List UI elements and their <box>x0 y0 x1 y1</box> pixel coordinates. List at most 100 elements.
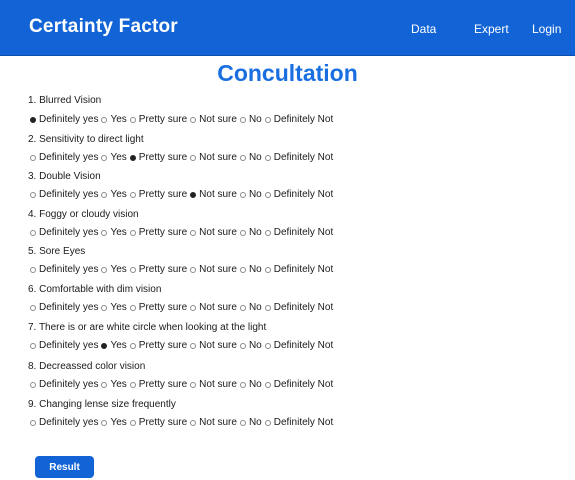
answer-option[interactable]: Pretty sure <box>129 114 187 125</box>
nav-link-expert[interactable]: Expert <box>474 22 509 36</box>
radio-button[interactable] <box>30 229 36 236</box>
radio-button[interactable] <box>30 154 36 161</box>
nav-link-login[interactable]: Login <box>532 22 561 36</box>
radio-button[interactable] <box>101 229 108 236</box>
answer-option[interactable]: No <box>239 340 262 351</box>
radio-button[interactable] <box>129 419 136 426</box>
radio-button[interactable] <box>101 342 108 349</box>
answer-option[interactable]: Yes <box>101 340 127 351</box>
radio-button[interactable] <box>30 342 36 349</box>
answer-option[interactable]: Definitely yes <box>30 417 98 428</box>
answer-option[interactable]: Pretty sure <box>129 417 187 428</box>
radio-button[interactable] <box>264 419 271 426</box>
answer-option[interactable]: Definitely yes <box>30 152 98 163</box>
answer-option[interactable]: Definitely yes <box>30 227 98 238</box>
radio-button[interactable] <box>239 342 246 349</box>
answer-option[interactable]: Not sure <box>190 302 237 313</box>
radio-button[interactable] <box>239 381 246 388</box>
answer-option[interactable]: Pretty sure <box>129 302 187 313</box>
radio-button[interactable] <box>129 154 136 161</box>
answer-option[interactable]: Definitely yes <box>30 379 98 390</box>
answer-option[interactable]: Yes <box>101 114 127 125</box>
answer-option[interactable]: Yes <box>101 379 127 390</box>
radio-button[interactable] <box>129 229 136 236</box>
radio-button[interactable] <box>190 304 197 311</box>
answer-option[interactable]: Pretty sure <box>129 379 187 390</box>
answer-option[interactable]: Definitely yes <box>30 189 98 200</box>
answer-option[interactable]: Yes <box>101 227 127 238</box>
answer-option[interactable]: No <box>239 264 262 275</box>
answer-option[interactable]: Definitely Not <box>264 340 333 351</box>
radio-button[interactable] <box>190 381 197 388</box>
answer-option[interactable]: Definitely Not <box>264 302 333 313</box>
result-button[interactable]: Result <box>35 456 94 478</box>
answer-option[interactable]: Not sure <box>190 152 237 163</box>
answer-option[interactable]: No <box>239 189 262 200</box>
radio-button[interactable] <box>101 381 108 388</box>
answer-option[interactable]: Yes <box>101 302 127 313</box>
answer-option[interactable]: Pretty sure <box>129 227 187 238</box>
answer-option[interactable]: Pretty sure <box>129 264 187 275</box>
radio-button[interactable] <box>129 342 136 349</box>
radio-button[interactable] <box>101 304 108 311</box>
answer-option[interactable]: Not sure <box>190 340 237 351</box>
answer-option[interactable]: Definitely yes <box>30 114 98 125</box>
radio-button[interactable] <box>264 116 271 123</box>
answer-option[interactable]: Yes <box>101 189 127 200</box>
radio-button[interactable] <box>30 116 36 123</box>
radio-button[interactable] <box>30 191 36 198</box>
answer-option[interactable]: Definitely Not <box>264 114 333 125</box>
radio-button[interactable] <box>239 304 246 311</box>
answer-option[interactable]: Not sure <box>190 227 237 238</box>
nav-link-data[interactable]: Data <box>411 22 436 36</box>
brand-title[interactable]: Certainty Factor <box>29 16 178 38</box>
radio-button[interactable] <box>239 191 246 198</box>
radio-button[interactable] <box>239 154 246 161</box>
answer-option[interactable]: Definitely Not <box>264 227 333 238</box>
answer-option[interactable]: Yes <box>101 152 127 163</box>
answer-option[interactable]: Not sure <box>190 189 237 200</box>
radio-button[interactable] <box>190 116 197 123</box>
answer-option[interactable]: Pretty sure <box>129 152 187 163</box>
radio-button[interactable] <box>129 381 136 388</box>
answer-option[interactable]: Yes <box>101 264 127 275</box>
answer-option[interactable]: Definitely Not <box>264 264 333 275</box>
radio-button[interactable] <box>264 381 271 388</box>
radio-button[interactable] <box>190 154 197 161</box>
answer-option[interactable]: Definitely Not <box>264 379 333 390</box>
radio-button[interactable] <box>264 154 271 161</box>
answer-option[interactable]: Definitely Not <box>264 189 333 200</box>
radio-button[interactable] <box>101 419 108 426</box>
answer-option[interactable]: Not sure <box>190 379 237 390</box>
answer-option[interactable]: Yes <box>101 417 127 428</box>
radio-button[interactable] <box>129 116 136 123</box>
radio-button[interactable] <box>264 229 271 236</box>
radio-button[interactable] <box>30 419 36 426</box>
answer-option[interactable]: Definitely Not <box>264 152 333 163</box>
radio-button[interactable] <box>101 154 108 161</box>
radio-button[interactable] <box>129 304 136 311</box>
radio-button[interactable] <box>129 266 136 273</box>
answer-option[interactable]: No <box>239 417 262 428</box>
answer-option[interactable]: Definitely yes <box>30 340 98 351</box>
answer-option[interactable]: No <box>239 152 262 163</box>
radio-button[interactable] <box>239 116 246 123</box>
radio-button[interactable] <box>264 191 271 198</box>
radio-button[interactable] <box>190 191 197 198</box>
answer-option[interactable]: Definitely yes <box>30 302 98 313</box>
radio-button[interactable] <box>239 419 246 426</box>
answer-option[interactable]: Not sure <box>190 417 237 428</box>
answer-option[interactable]: No <box>239 379 262 390</box>
radio-button[interactable] <box>190 419 197 426</box>
answer-option[interactable]: Definitely Not <box>264 417 333 428</box>
answer-option[interactable]: Definitely yes <box>30 264 98 275</box>
radio-button[interactable] <box>190 266 197 273</box>
radio-button[interactable] <box>30 304 36 311</box>
answer-option[interactable]: Not sure <box>190 264 237 275</box>
answer-option[interactable]: Pretty sure <box>129 340 187 351</box>
answer-option[interactable]: No <box>239 227 262 238</box>
radio-button[interactable] <box>264 266 271 273</box>
radio-button[interactable] <box>264 342 271 349</box>
radio-button[interactable] <box>30 266 36 273</box>
radio-button[interactable] <box>101 116 108 123</box>
